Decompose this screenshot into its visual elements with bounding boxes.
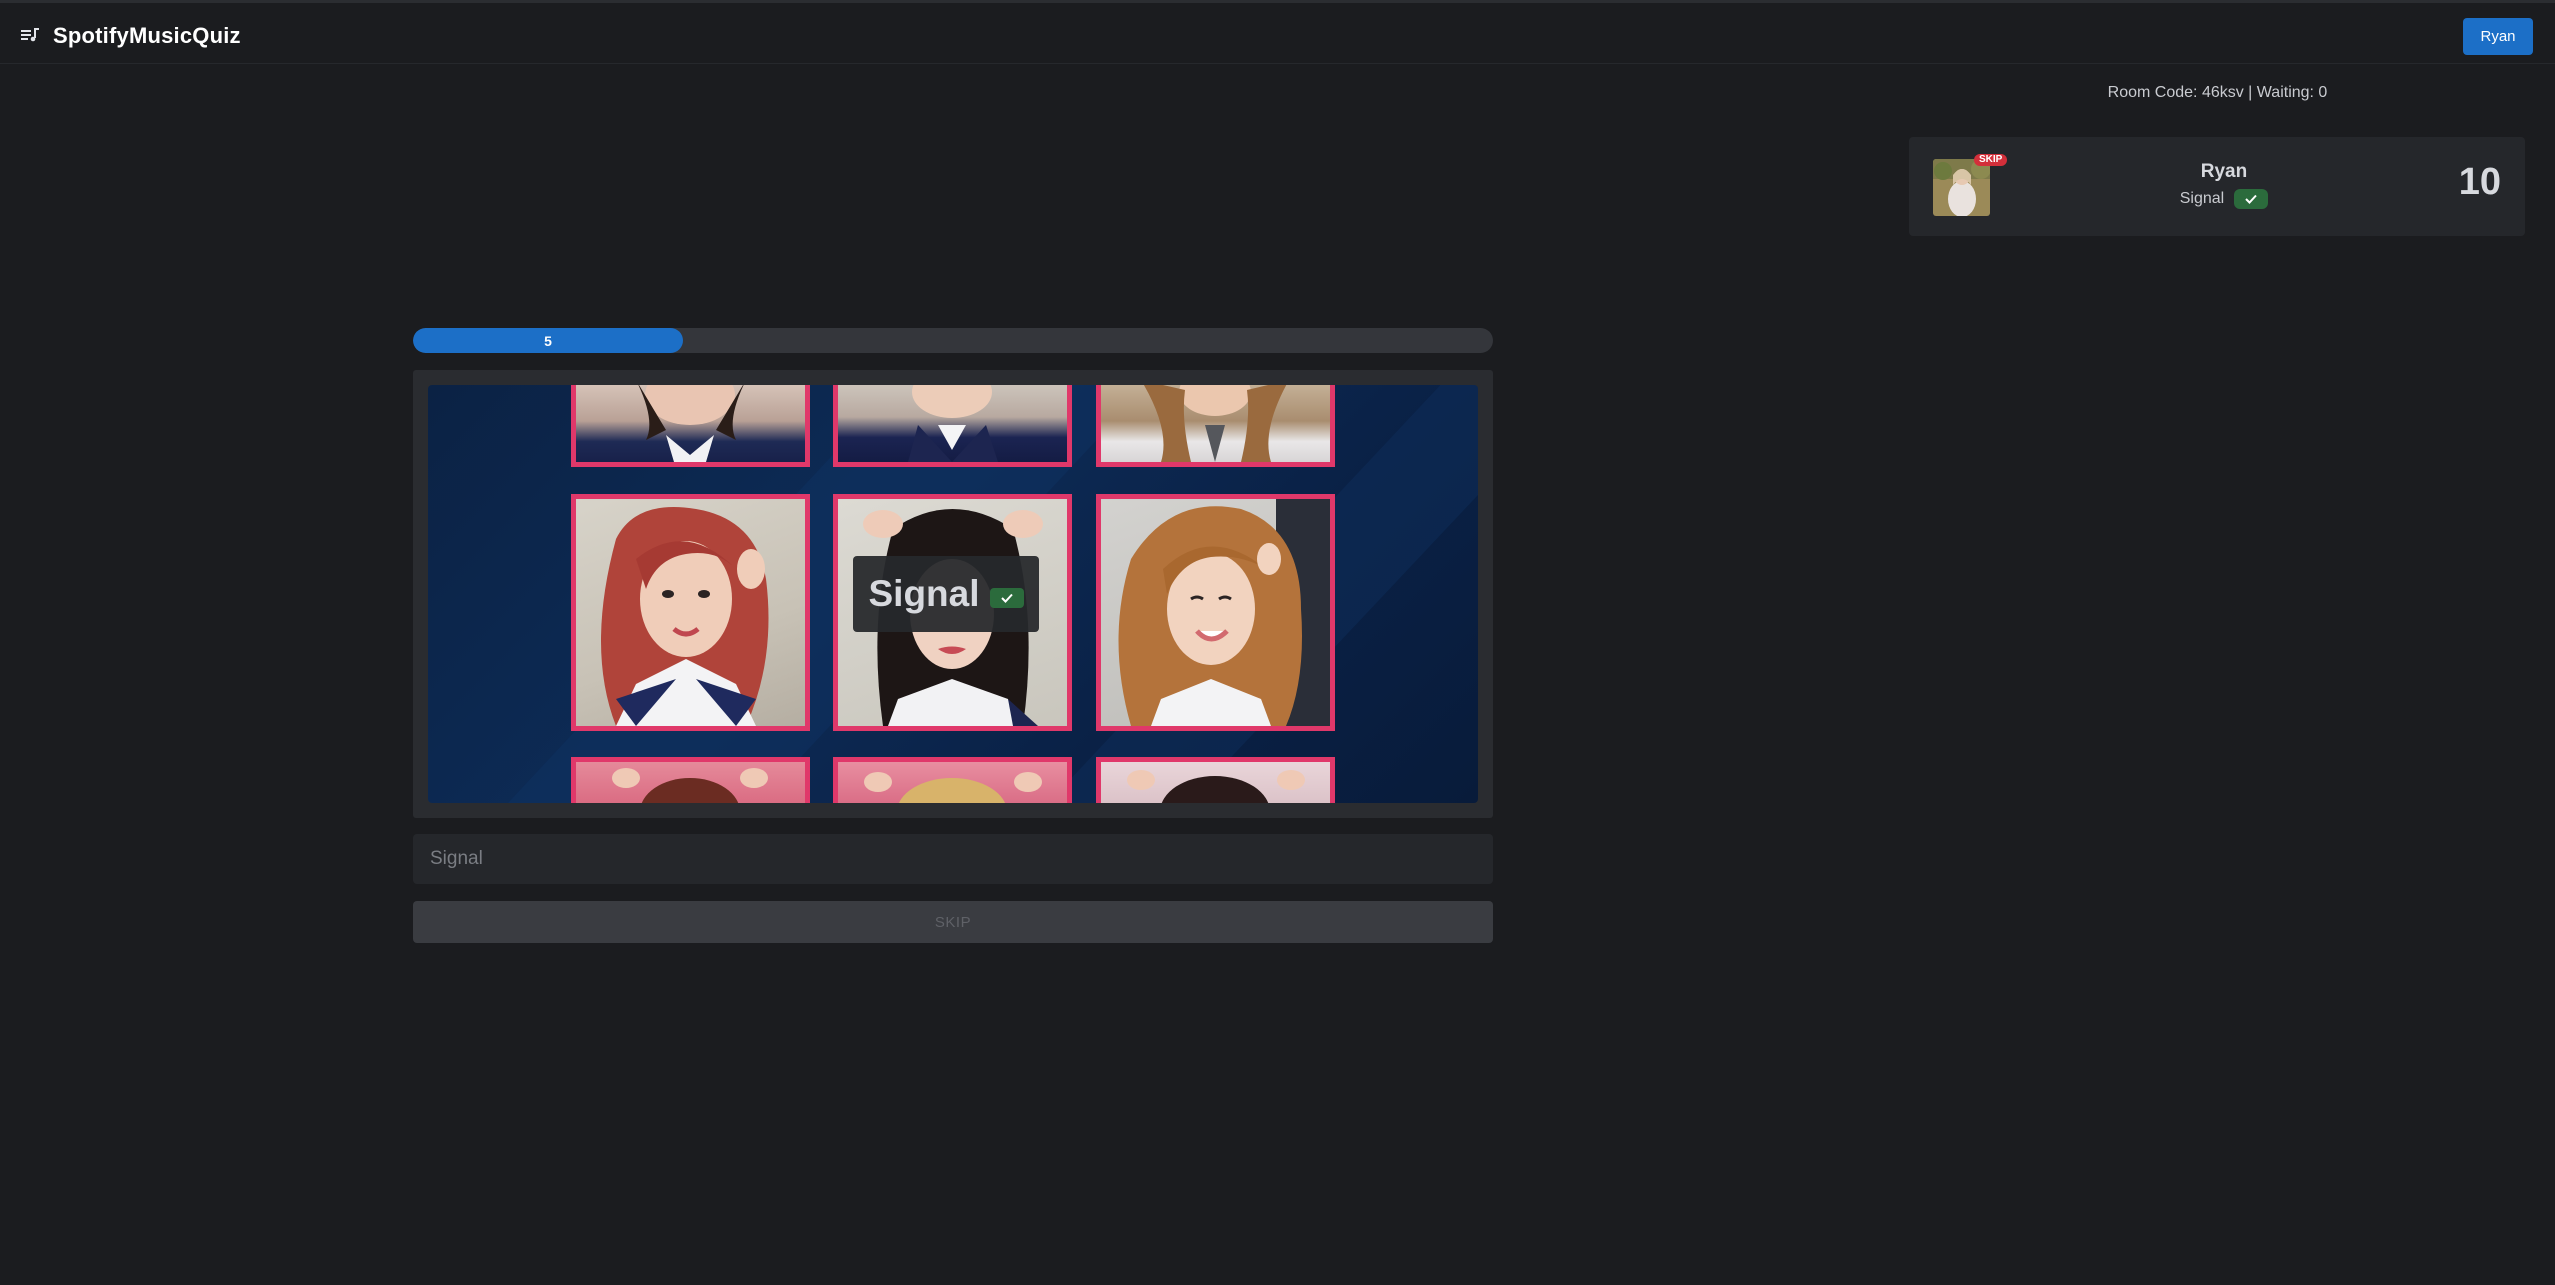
- top-bar: SpotifyMusicQuiz Ryan: [0, 0, 2555, 64]
- skip-status-badge: SKIP: [1974, 154, 2008, 166]
- check-icon: [989, 588, 1024, 608]
- player-card: SKIP Ryan Signal 10: [1909, 137, 2525, 236]
- revealed-answer: Signal: [868, 573, 980, 614]
- round-timer-bar: 5: [413, 328, 1493, 353]
- avatar: [1933, 159, 1990, 216]
- player-score: 10: [2458, 161, 2501, 203]
- revealed-answer-overlay: Signal: [853, 556, 1039, 632]
- skip-button[interactable]: SKIP: [413, 901, 1493, 943]
- player-name: Ryan: [2200, 161, 2248, 182]
- round-timer-fill: 5: [413, 328, 683, 353]
- guess-input[interactable]: [413, 834, 1493, 884]
- player-answer: Signal: [2179, 190, 2225, 207]
- user-menu-button[interactable]: Ryan: [2463, 18, 2533, 55]
- app-title[interactable]: SpotifyMusicQuiz: [53, 23, 241, 49]
- check-icon: [2234, 189, 2269, 209]
- round-timer-label: 5: [544, 332, 552, 349]
- player-answer-row: Signal: [2119, 189, 2329, 209]
- queue-music-icon[interactable]: [21, 28, 39, 42]
- room-info: Room Code: 46ksv | Waiting: 0: [2107, 84, 2328, 101]
